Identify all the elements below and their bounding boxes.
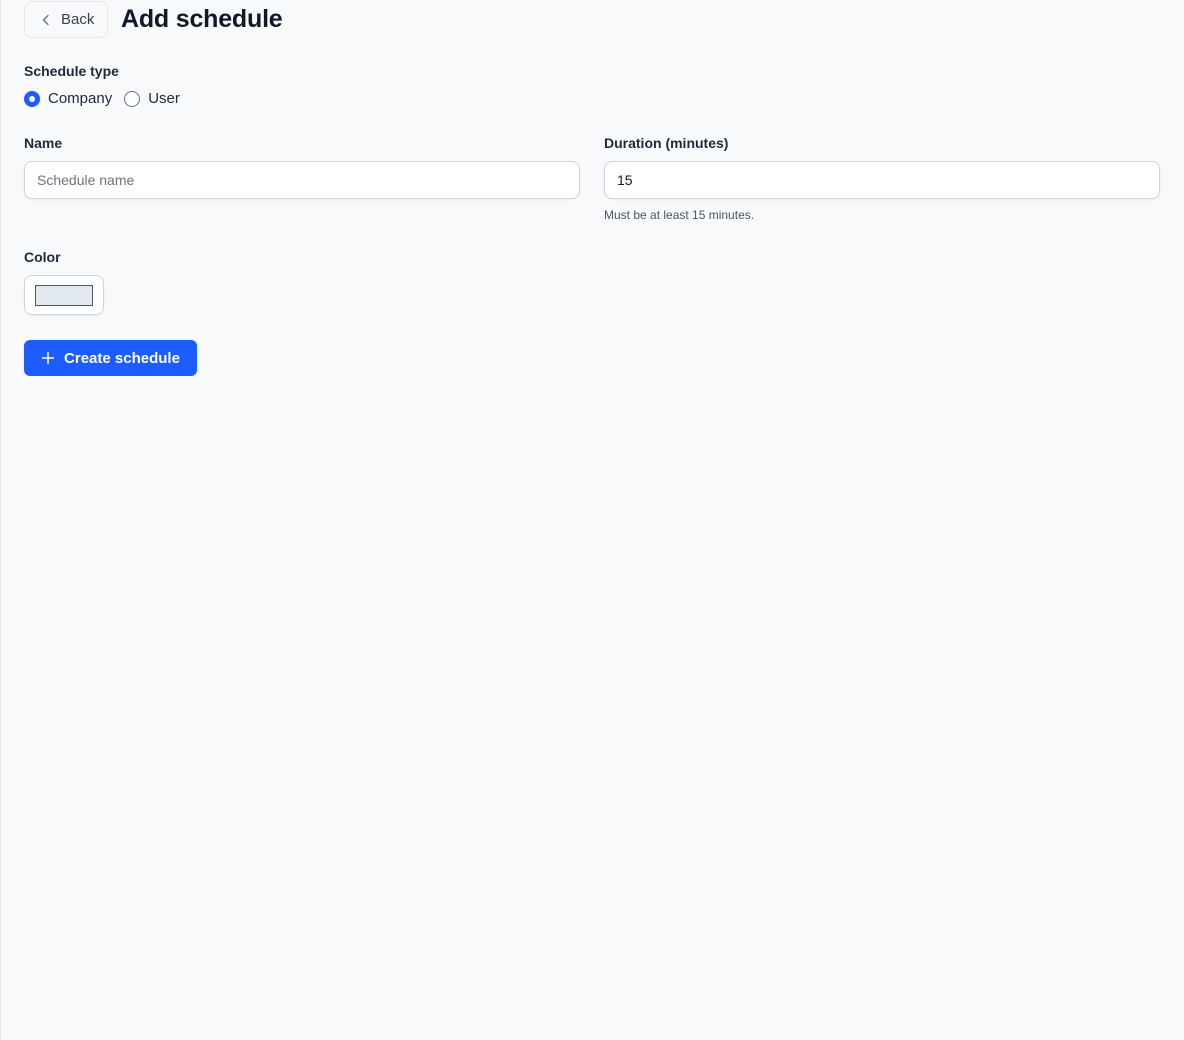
radio-label-company: Company	[48, 90, 113, 107]
radio-option-user[interactable]: User	[124, 90, 180, 107]
radio-label-user: User	[148, 90, 180, 107]
schedule-type-label: Schedule type	[24, 63, 119, 79]
name-field-group: Name	[24, 135, 580, 199]
duration-hint: Must be at least 15 minutes.	[604, 208, 755, 222]
create-schedule-label: Create schedule	[64, 349, 180, 367]
radio-user[interactable]	[124, 90, 141, 107]
duration-field-group: Duration (minutes) Must be at least 15 m…	[604, 135, 1160, 222]
color-swatch	[35, 284, 93, 306]
chevron-left-icon	[39, 13, 53, 27]
name-label: Name	[24, 135, 63, 151]
page-header: Back Add schedule	[24, 0, 1161, 38]
color-field-group: Color	[24, 249, 104, 315]
schedule-type-options: Company User	[24, 90, 192, 107]
radio-option-company[interactable]: Company	[24, 90, 112, 107]
back-button[interactable]: Back	[24, 1, 108, 38]
back-button-label: Back	[61, 11, 95, 28]
duration-input[interactable]	[604, 161, 1160, 199]
add-schedule-page: Back Add schedule Schedule type Company …	[24, 0, 1161, 376]
schedule-name-input[interactable]	[24, 161, 580, 199]
create-schedule-button[interactable]: Create schedule	[24, 340, 197, 376]
duration-label: Duration (minutes)	[604, 135, 729, 151]
plus-icon	[41, 351, 55, 365]
radio-company[interactable]	[24, 90, 40, 107]
color-picker[interactable]	[24, 275, 104, 315]
page-title: Add schedule	[121, 4, 283, 33]
color-label: Color	[24, 249, 61, 265]
schedule-type-group: Schedule type Company User	[24, 63, 192, 107]
